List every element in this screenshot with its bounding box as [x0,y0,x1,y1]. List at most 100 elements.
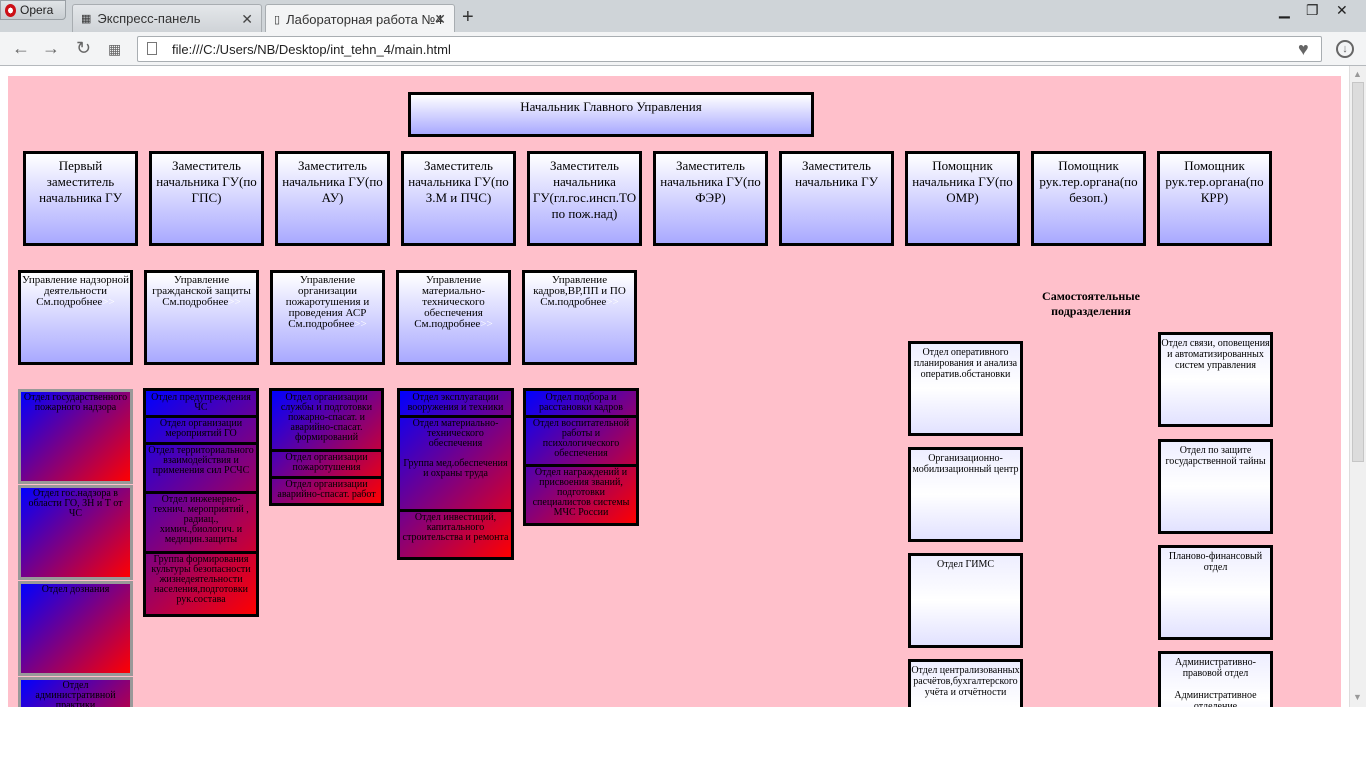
department-box[interactable]: Управление надзорной деятельности См.под… [18,270,133,365]
more-link[interactable]: См.подробнее [36,296,102,308]
department-title: Управление надзорной деятельности [22,274,129,297]
scroll-down-icon[interactable]: ▼ [1353,692,1362,702]
browser-chrome: Opera ▦ Экспресс-панель ✕ ▯ Лабораторная… [0,0,1366,70]
col3-box: Отдел организации службы и подготовки по… [269,388,384,506]
more-link[interactable]: См.подробнее [288,318,354,330]
sub-department-label: Отдел эксплуатации вооружения и техники [407,392,504,413]
page-icon: ▯ [274,13,281,26]
more-link[interactable]: См.подробнее [540,296,606,308]
opera-menu-button[interactable]: Opera [0,0,66,20]
independent-box: Отдел ГИМС [908,553,1023,648]
deputy-box: Первый заместитель начальника ГУ [23,151,138,246]
independent-heading: Самостоятельные подразделения [1042,289,1140,318]
independent-label: Административное отделение [1174,690,1257,707]
head-label: Начальник Главного Управления [520,99,702,114]
independent-box: Отдел оперативного планирования и анализ… [908,341,1023,436]
independent-label: Отдел ГИМС [936,559,995,570]
sub-department-label: Отдел территориального взаимодействия и … [148,445,254,476]
sub-department-label: Отдел материально-технического обеспечен… [412,418,499,449]
more-link[interactable]: См.подробнее [414,318,480,330]
independent-box: Организационно-мобилизационный центр [908,447,1023,542]
sub-department-item: Отдел эксплуатации вооружения и техники [400,391,511,418]
deputy-box: Помощник начальника ГУ(по ОМР) [905,151,1020,246]
col5-box: Отдел подбора и расстановки кадров Отдел… [523,388,639,526]
sub-department-label: Отдел организации службы и подготовки по… [280,392,373,443]
independent-label: Отдел связи, оповещения и автоматизирова… [1161,338,1270,371]
sub-department-label: Отдел награждений и присвоения званий, п… [532,467,630,518]
restore-icon[interactable]: ❐ [1306,2,1319,19]
sub-department-item: Группа формирования культуры безопасност… [146,553,256,607]
department-box[interactable]: Управление кадров,ВР,ПП и ПО См.подробне… [522,270,637,365]
deputy-label: Первый заместитель начальника ГУ [39,158,122,205]
page-viewport: Начальник Главного Управления Первый зам… [0,66,1366,707]
new-tab-icon[interactable]: + [462,6,474,29]
sub-department-label: Отдел воспитательной работы и психологич… [532,418,630,459]
deputy-box: Заместитель начальника ГУ(по З.М и ПЧС) [401,151,516,246]
sub-department-label: Группа мед.обеспечения и охраны труда [403,458,508,479]
deputy-label: Заместитель начальника ГУ(гл.гос.инсп.ТО… [532,158,637,221]
back-icon[interactable]: ← [12,38,30,59]
independent-label: Отдел по защите государственной тайны [1165,445,1266,467]
tab-bar: Opera ▦ Экспресс-панель ✕ ▯ Лабораторная… [0,0,1366,33]
tab-label: Экспресс-панель [97,11,201,26]
more-link[interactable]: См.подробнее [162,296,228,308]
sub-department-label: Группа формирования культуры безопасност… [151,554,251,605]
sub-department-item: Отдел организации пожаротушения [272,451,381,479]
heart-icon[interactable]: ♥ [1298,39,1309,60]
department-box[interactable]: Управление материально-технического обес… [396,270,511,365]
address-bar[interactable]: file:///C:/Users/NB/Desktop/int_tehn_4/m… [137,36,1322,62]
reload-icon[interactable]: ↻ [76,38,91,59]
col1-box: Отдел государственного пожарного надзора [18,389,133,484]
close-icon[interactable]: ✕ [241,11,253,28]
deputy-label: Заместитель начальника ГУ(по ФЭР) [660,158,761,205]
download-icon[interactable]: ↓ [1336,40,1354,58]
sub-department-item: Отдел награждений и присвоения званий, п… [526,466,636,520]
department-title: Управление материально-технического обес… [421,274,486,319]
sub-department-item: Отдел организации аварийно-спасат. работ [272,478,381,502]
sub-department-item: Отдел воспитательной работы и психологич… [526,417,636,467]
tab-lab-work[interactable]: ▯ Лабораторная работа №4 ✕ [265,4,455,33]
sub-department-item: Отдел предупреждения ЧС [146,391,256,418]
tab-label: Лабораторная работа №4 [286,11,443,27]
department-box[interactable]: Управление организации пожаротушения и п… [270,270,385,365]
sub-department-item: Отдел организации службы и подготовки по… [272,391,381,452]
independent-box: Отдел связи, оповещения и автоматизирова… [1158,332,1273,427]
department-title: Управление организации пожаротушения и п… [285,274,370,319]
col2-box: Отдел предупреждения ЧС Отдел организаци… [143,388,259,617]
col1-box: Отдел гос.надзора в области ГО, ЗН и Т о… [18,485,133,580]
sub-department-label: Отдел организации пожаротушения [285,452,368,473]
deputy-box: Заместитель начальника ГУ(по ГПС) [149,151,264,246]
sub-department-label: Отдел организации мероприятий ГО [159,418,243,439]
independent-label: Административно-правовой отдел [1175,657,1256,679]
independent-label: Отдел оперативного планирования и анализ… [913,347,1018,380]
deputy-label: Заместитель начальника ГУ [795,158,878,189]
sub-department-label: Отдел организации аварийно-спасат. работ [277,479,376,500]
sub-department-item: Отдел подбора и расстановки кадров [526,391,636,418]
sub-department-label: Отдел подбора и расстановки кадров [539,392,623,413]
minimize-icon[interactable]: ▁ [1279,2,1290,19]
independent-label: Организационно-мобилизационный центр [912,453,1019,475]
independent-label: Отдел централизованных расчётов,бухгалте… [911,665,1020,698]
sub-department-item: Отдел организации мероприятий ГО [146,417,256,445]
col4-box: Отдел эксплуатации вооружения и техники … [397,388,514,560]
tab-express-panel[interactable]: ▦ Экспресс-панель ✕ [72,4,262,32]
deputy-box: Заместитель начальника ГУ(по АУ) [275,151,390,246]
opera-menu-label: Opera [20,3,54,17]
sub-department-item: Отдел инженерно-технич. мероприятий , ра… [146,493,256,554]
sub-department-label: Отдел дознания [41,584,110,595]
deputy-box: Заместитель начальника ГУ [779,151,894,246]
speed-dial-icon[interactable]: ▦ [108,41,121,58]
vertical-scrollbar[interactable]: ▲ ▼ [1349,66,1366,707]
forward-icon[interactable]: → [42,38,60,59]
more-arrow: >> [354,318,367,330]
independent-box: Планово-финансовый отдел [1158,545,1273,640]
sub-department-item: Отдел территориального взаимодействия и … [146,444,256,494]
scroll-up-icon[interactable]: ▲ [1353,69,1362,79]
scroll-thumb[interactable] [1352,82,1364,462]
deputy-box: Помощник рук.тер.органа(по КРР) [1157,151,1272,246]
org-chart-page: Начальник Главного Управления Первый зам… [8,76,1341,707]
deputy-label: Помощник рук.тер.органа(по КРР) [1165,158,1264,205]
department-box[interactable]: Управление гражданской защиты См.подробн… [144,270,259,365]
close-window-icon[interactable]: ✕ [1336,2,1348,19]
close-icon[interactable]: ✕ [434,11,446,28]
